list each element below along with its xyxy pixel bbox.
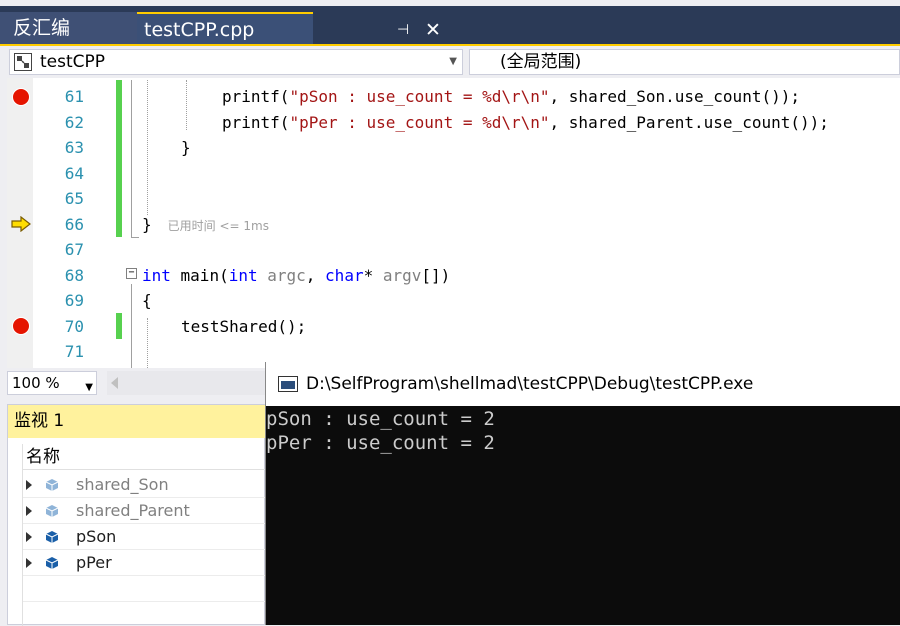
variable-icon xyxy=(45,479,59,491)
variable-icon xyxy=(45,531,59,543)
line-number: 61 xyxy=(64,87,84,106)
watch-row-empty[interactable] xyxy=(23,576,266,602)
elapsed-time-hint: 已用时间 <= 1ms xyxy=(167,219,269,233)
code-line-68[interactable]: int main(int argc, char* argv[]) xyxy=(142,266,450,285)
outline-guide xyxy=(131,80,132,238)
zoom-level: 100 % xyxy=(12,374,60,392)
variable-icon xyxy=(45,505,59,517)
watch-row[interactable]: shared_Son xyxy=(23,472,266,498)
code-line-70[interactable]: testShared(); xyxy=(181,317,306,336)
watch-window-title[interactable]: 监视 1 xyxy=(8,405,266,438)
line-number: 63 xyxy=(64,138,84,157)
watch-window: 监视 1 名称 shared_Son shared_Parent pSon pP… xyxy=(7,404,266,626)
watch-row[interactable]: pPer xyxy=(23,550,266,576)
code-token: , shared_Son.use_count()); xyxy=(549,87,800,106)
line-number: 64 xyxy=(64,164,84,183)
code-token: printf( xyxy=(222,87,290,106)
tab-disassembly[interactable]: 反汇编 xyxy=(0,12,137,44)
code-line-63[interactable]: } xyxy=(181,138,191,157)
code-line-61[interactable]: printf("pSon : use_count = %d\r\n", shar… xyxy=(222,87,800,106)
horizontal-scrollbar[interactable] xyxy=(107,371,267,395)
console-window[interactable]: D:\SelfProgram\shellmad\testCPP\Debug\te… xyxy=(265,362,900,625)
editor-status-bar: 100 % ▼ xyxy=(7,370,267,396)
expand-arrow-icon[interactable] xyxy=(26,480,32,490)
line-number: 65 xyxy=(64,189,84,208)
watch-row[interactable]: shared_Parent xyxy=(23,498,266,524)
keyword: int xyxy=(228,266,258,285)
line-number: 62 xyxy=(64,113,84,132)
code-token: main( xyxy=(170,266,229,285)
change-indicator xyxy=(116,313,122,339)
expand-arrow-icon[interactable] xyxy=(26,506,32,516)
watch-variable-name: pPer xyxy=(76,553,112,572)
parameter: argc xyxy=(257,266,306,285)
tab-testcpp-cpp[interactable]: testCPP.cpp ⊣ ✕ xyxy=(137,12,441,44)
current-statement-arrow-icon xyxy=(11,216,31,232)
dropdown-arrow-icon: ▼ xyxy=(449,56,457,67)
expand-arrow-icon[interactable] xyxy=(26,558,32,568)
code-line-69[interactable]: { xyxy=(142,291,152,310)
watch-variable-name: shared_Parent xyxy=(76,501,190,520)
project-dropdown[interactable]: testCPP ▼ xyxy=(9,49,463,75)
console-title-bar[interactable]: D:\SelfProgram\shellmad\testCPP\Debug\te… xyxy=(266,362,900,406)
expand-arrow-icon[interactable] xyxy=(26,532,32,542)
console-app-icon xyxy=(278,376,298,392)
parameter: argv xyxy=(382,266,422,285)
console-output-line: pSon : use_count = 2 xyxy=(266,408,495,430)
indent-guide xyxy=(186,80,187,130)
collapse-toggle-icon[interactable]: − xyxy=(126,268,137,279)
watch-variable-name: pSon xyxy=(76,527,117,546)
string-literal: "pPer : use_count = %d\r\n" xyxy=(289,113,550,132)
code-line-62[interactable]: printf("pPer : use_count = %d\r\n", shar… xyxy=(222,113,829,132)
variable-icon xyxy=(45,557,59,569)
zoom-dropdown[interactable]: 100 % ▼ xyxy=(7,371,97,395)
project-icon xyxy=(14,53,32,71)
code-token: } xyxy=(142,215,152,234)
line-number: 69 xyxy=(64,291,84,310)
project-name: testCPP xyxy=(40,52,106,72)
dropdown-arrow-icon: ▼ xyxy=(85,382,93,393)
navigation-bar: testCPP ▼ (全局范围) xyxy=(0,46,900,78)
console-output-line: pPer : use_count = 2 xyxy=(266,432,495,454)
code-token: , xyxy=(305,266,326,285)
indent-guide xyxy=(147,318,148,368)
keyword: int xyxy=(142,266,171,285)
scope-name: (全局范围) xyxy=(500,52,582,72)
change-indicator xyxy=(116,80,122,237)
tab-label: testCPP.cpp xyxy=(144,19,255,41)
keyword: char xyxy=(325,266,364,285)
line-number: 67 xyxy=(64,240,84,259)
indent-guide xyxy=(147,80,148,215)
close-tab-icon[interactable]: ✕ xyxy=(425,14,441,46)
line-number: 71 xyxy=(64,342,84,361)
watch-row[interactable]: pSon xyxy=(23,524,266,550)
pin-tab-icon[interactable]: ⊣ xyxy=(397,14,409,46)
scroll-left-icon[interactable] xyxy=(111,377,118,389)
outline-guide xyxy=(131,284,132,368)
string-literal: "pSon : use_count = %d\r\n" xyxy=(289,87,550,106)
breakpoint-icon[interactable] xyxy=(12,317,30,335)
line-number: 66 xyxy=(64,215,84,234)
code-token: []) xyxy=(421,266,451,285)
code-token: * xyxy=(363,266,383,285)
outline-guide xyxy=(131,237,139,238)
code-token: , shared_Parent.use_count()); xyxy=(549,113,829,132)
line-number: 70 xyxy=(64,317,84,336)
column-header-name[interactable]: 名称 xyxy=(23,444,266,470)
console-title: D:\SelfProgram\shellmad\testCPP\Debug\te… xyxy=(306,374,754,394)
code-line-66[interactable]: } 已用时间 <= 1ms xyxy=(142,215,269,234)
breakpoint-icon[interactable] xyxy=(12,88,30,106)
window-top-border xyxy=(0,0,900,6)
scope-dropdown[interactable]: (全局范围) xyxy=(469,49,900,75)
code-token: printf( xyxy=(222,113,290,132)
watch-variable-name: shared_Son xyxy=(76,475,169,494)
line-number: 68 xyxy=(64,266,84,285)
